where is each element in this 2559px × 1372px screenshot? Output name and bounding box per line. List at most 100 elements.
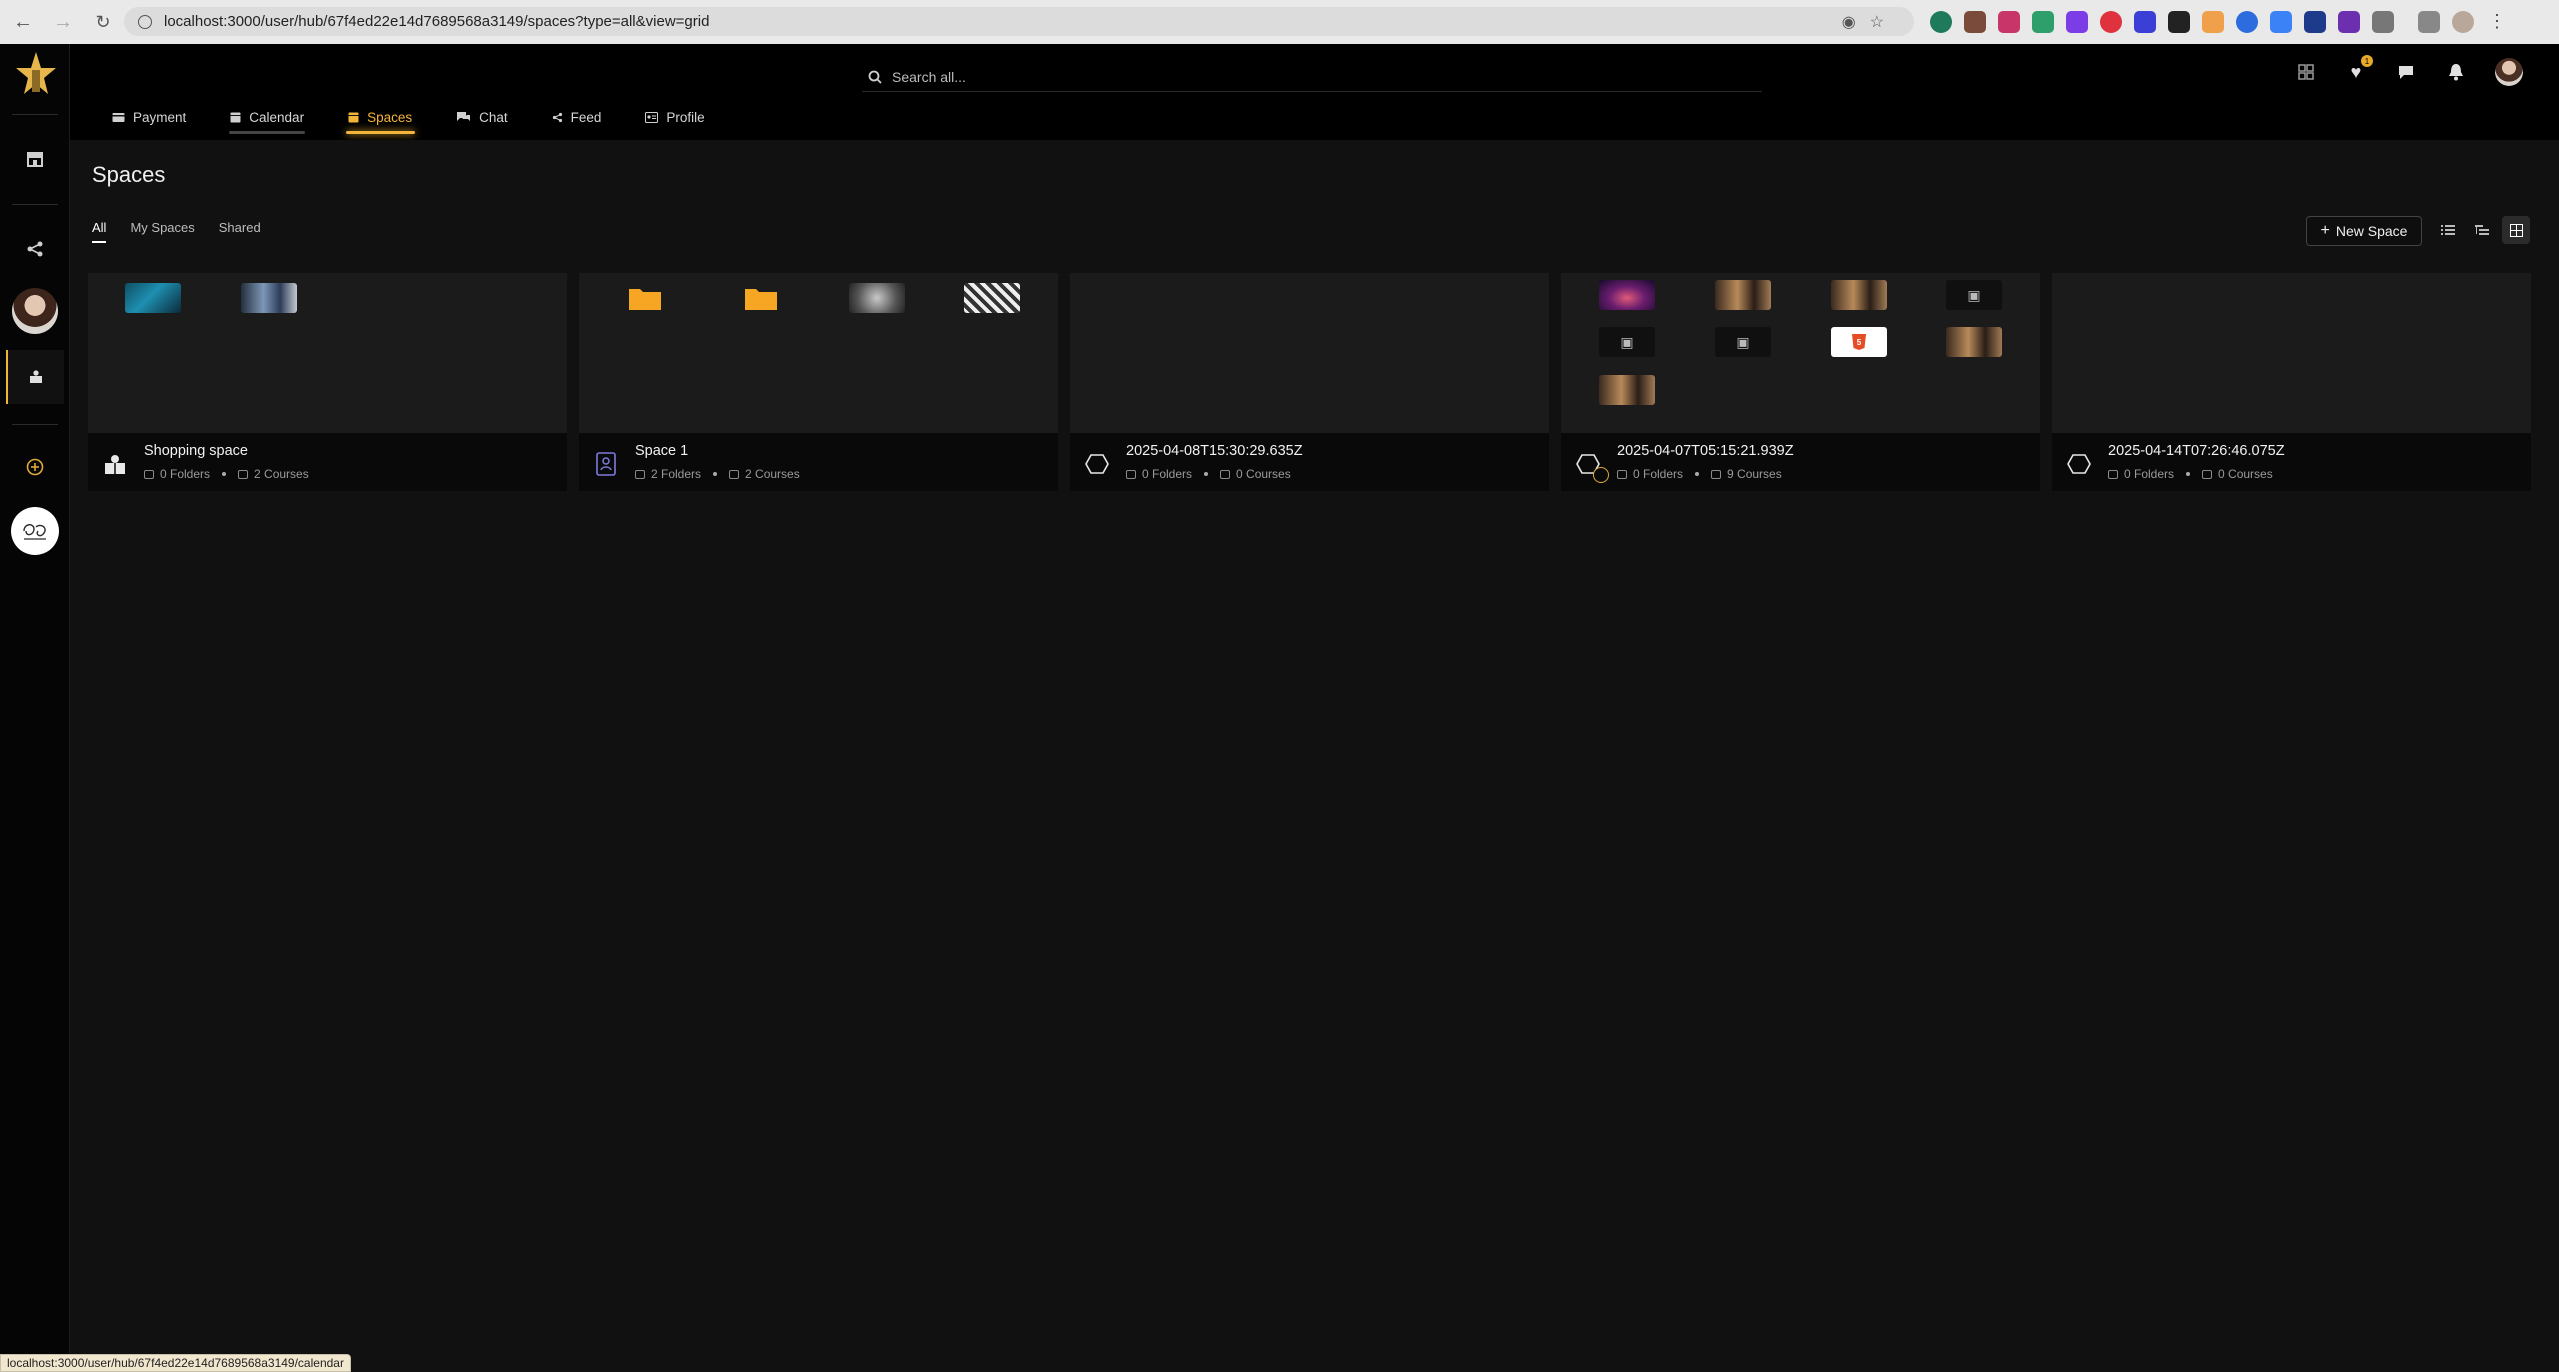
address-bar[interactable]: localhost:3000/user/hub/67f4ed22e14d7689… [124, 7, 1914, 36]
tab-calendar[interactable]: Calendar [208, 102, 326, 134]
folder-icon [1617, 469, 1627, 479]
extension-icon[interactable] [2338, 11, 2360, 33]
tab-label: Payment [133, 109, 187, 125]
space-title: Space 1 [635, 443, 689, 459]
space-card[interactable]: 2025-04-14T07:26:46.075Z 0 Folders 0 Cou… [2052, 273, 2531, 491]
course-thumbnail [1715, 280, 1771, 310]
messages-icon[interactable] [2395, 61, 2417, 83]
folder-count: 0 Folders [160, 467, 211, 481]
search-input[interactable]: Search all... [892, 69, 966, 85]
course-thumbnail [1599, 375, 1655, 405]
separator-dot [713, 472, 718, 476]
tab-indicator [345, 131, 415, 134]
space-title: 2025-04-14T07:26:46.075Z [2108, 443, 2285, 459]
separator-dot [222, 472, 227, 476]
bell-icon[interactable] [2445, 61, 2467, 83]
share-icon[interactable] [8, 222, 62, 276]
spaces-nav-item[interactable] [6, 350, 64, 404]
course-icon [729, 469, 740, 479]
space-title: Shopping space [144, 443, 248, 459]
profile-icon[interactable] [2452, 11, 2474, 33]
space-card[interactable]: Shopping space 0 Folders 2 Courses [88, 273, 567, 491]
image-placeholder-icon: ▣ [1946, 280, 2002, 310]
filter-all[interactable]: All [92, 220, 107, 243]
space-title: 2025-04-07T05:15:21.939Z [1617, 443, 1794, 459]
space-card[interactable]: 2025-04-08T15:30:29.635Z 0 Folders 0 Cou… [1070, 273, 1549, 491]
tab-profile[interactable]: Profile [623, 102, 726, 132]
forward-icon[interactable]: → [50, 9, 76, 35]
tab-label: Chat [479, 109, 508, 125]
extension-icon[interactable] [2134, 11, 2156, 33]
folder-icon [1126, 469, 1136, 479]
tab-indicator [229, 131, 305, 134]
extension-icon[interactable] [1964, 11, 1986, 33]
extension-icon[interactable] [2032, 11, 2054, 33]
profile-avatar[interactable] [2495, 58, 2523, 86]
user-avatar[interactable] [8, 284, 62, 338]
top-actions: ♥ 1 [2295, 55, 2523, 86]
extension-icon[interactable] [2168, 11, 2190, 33]
brand-logo[interactable] [14, 50, 58, 98]
spaces-grid: Shopping space 0 Folders 2 Courses Space… [88, 273, 2531, 491]
card-preview [1070, 273, 1549, 433]
list-view-icon[interactable] [2434, 216, 2462, 244]
eye-icon[interactable]: ◉ [1842, 12, 1856, 32]
sidebar-divider [12, 204, 58, 205]
new-space-button[interactable]: + New Space [2306, 216, 2422, 246]
heart-icon[interactable]: ♥ 1 [2345, 55, 2373, 83]
grid-view-icon[interactable] [2502, 216, 2530, 244]
site-info-icon[interactable] [138, 14, 152, 29]
tab-search-icon[interactable] [2418, 11, 2440, 33]
tab-feed[interactable]: Feed [530, 102, 624, 132]
course-thumbnail [1946, 327, 2002, 357]
space-card[interactable]: ▣ ▣ ▣ 5 2025-04-07T05:15:21.939Z 0 Folde… [1561, 273, 2040, 491]
filter-my-spaces[interactable]: My Spaces [130, 220, 194, 243]
tree-view-icon[interactable] [2468, 216, 2496, 244]
puzzle-icon[interactable] [2372, 11, 2394, 33]
menu-icon[interactable]: ⋮ [2486, 11, 2508, 33]
reload-icon[interactable]: ↻ [90, 9, 116, 35]
space-meta: 0 Folders 0 Courses [2108, 467, 2273, 481]
hexagon-icon [2066, 451, 2092, 477]
filter-shared[interactable]: Shared [219, 220, 261, 243]
shared-icon [1593, 467, 1609, 483]
svg-text:5: 5 [1857, 338, 1862, 347]
extension-icon[interactable] [2236, 11, 2258, 33]
extension-icon[interactable] [1930, 11, 1952, 33]
extension-icon[interactable] [2270, 11, 2292, 33]
extension-icon[interactable] [2100, 11, 2122, 33]
course-count: 2 Courses [254, 467, 309, 481]
calendar-icon [230, 112, 241, 123]
card-info: 2025-04-07T05:15:21.939Z 0 Folders 9 Cou… [1561, 433, 2040, 491]
card-preview [88, 273, 567, 433]
card-info: Shopping space 0 Folders 2 Courses [88, 433, 567, 491]
extension-icon[interactable] [1998, 11, 2020, 33]
tab-spaces[interactable]: Spaces [326, 102, 434, 134]
view-toggle [2434, 216, 2530, 244]
church-daily-logo[interactable] [8, 504, 62, 558]
star-icon[interactable]: ☆ [1870, 12, 1884, 32]
course-thumbnail [1831, 280, 1887, 310]
chat-icon [457, 112, 471, 121]
tab-label: Spaces [367, 109, 413, 125]
url-text[interactable]: localhost:3000/user/hub/67f4ed22e14d7689… [164, 13, 709, 30]
extension-icon[interactable] [2202, 11, 2224, 33]
card-preview [579, 273, 1058, 433]
sidebar-divider [12, 424, 58, 425]
tab-payment[interactable]: Payment [90, 102, 208, 132]
top-bar: Search all... ♥ 1 Payment Calendar Space… [70, 44, 2559, 140]
search-bar[interactable]: Search all... [862, 62, 1762, 92]
store-icon[interactable] [8, 132, 62, 186]
apps-grid-icon[interactable] [2295, 61, 2317, 83]
extension-icon[interactable] [2304, 11, 2326, 33]
add-circle-icon[interactable] [8, 440, 62, 494]
sidebar-divider [12, 114, 58, 115]
course-count: 0 Courses [2218, 467, 2273, 481]
back-icon[interactable]: ← [10, 9, 36, 35]
space-card[interactable]: Space 1 2 Folders 2 Courses [579, 273, 1058, 491]
folder-icon [144, 469, 154, 479]
tab-chat[interactable]: Chat [434, 102, 530, 132]
sidebar [0, 44, 70, 1372]
extension-icon[interactable] [2066, 11, 2088, 33]
status-bar-url: localhost:3000/user/hub/67f4ed22e14d7689… [0, 1354, 351, 1372]
